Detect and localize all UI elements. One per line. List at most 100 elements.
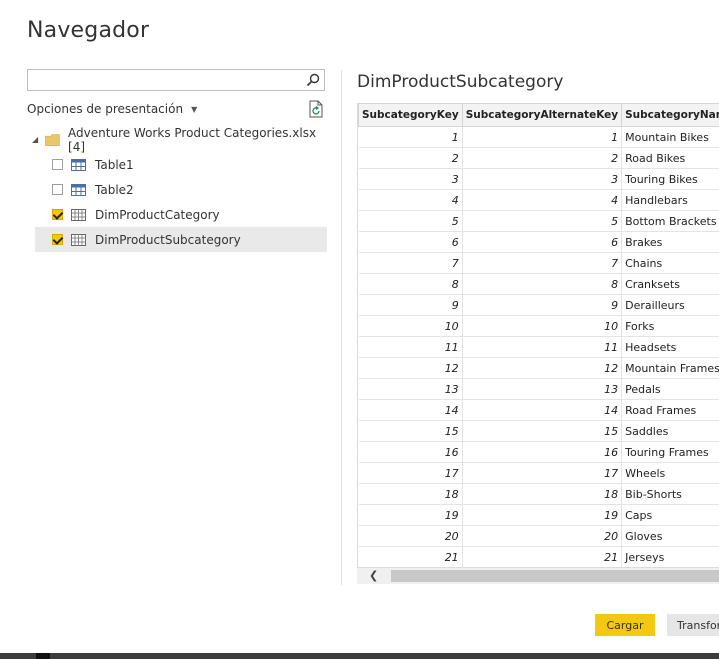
table-cell[interactable]: 6 [462, 231, 623, 253]
table-cell[interactable]: 8 [358, 273, 463, 295]
table-row[interactable]: 9 9 Derailleurs [358, 294, 719, 316]
table-cell[interactable]: Cranksets [621, 273, 719, 295]
checkbox-dimproductsubcategory[interactable] [52, 234, 63, 245]
table-cell[interactable]: Road Bikes [621, 147, 719, 169]
table-row[interactable]: 7 7 Chains [358, 252, 719, 274]
table-cell[interactable]: 15 [358, 420, 463, 442]
collapse-arrow-icon[interactable]: ◢ [32, 135, 42, 144]
table-row[interactable]: 8 8 Cranksets [358, 273, 719, 295]
table-cell[interactable]: Handlebars [621, 189, 719, 211]
table-cell[interactable]: 1 [358, 126, 463, 148]
table-row[interactable]: 19 19 Caps [358, 504, 719, 526]
scrollbar-thumb[interactable] [391, 570, 719, 582]
table-cell[interactable]: 10 [462, 315, 623, 337]
table-cell[interactable]: 17 [462, 462, 623, 484]
table-cell[interactable]: 19 [462, 504, 623, 526]
table-cell[interactable]: 20 [358, 525, 463, 547]
table-cell[interactable]: 13 [462, 378, 623, 400]
table-row[interactable]: 18 18 Bib-Shorts [358, 483, 719, 505]
table-cell[interactable]: Pedals [621, 378, 719, 400]
table-row[interactable]: 20 20 Gloves [358, 525, 719, 547]
table-cell[interactable]: 3 [358, 168, 463, 190]
table-cell[interactable]: 14 [462, 399, 623, 421]
table-cell[interactable]: 16 [358, 441, 463, 463]
table-cell[interactable]: Brakes [621, 231, 719, 253]
table-cell[interactable]: 10 [358, 315, 463, 337]
table-cell[interactable]: Gloves [621, 525, 719, 547]
table-row[interactable]: 16 16 Touring Frames [358, 441, 719, 463]
table-cell[interactable]: 21 [462, 546, 623, 567]
table-cell[interactable]: Derailleurs [621, 294, 719, 316]
table-row[interactable]: 17 17 Wheels [358, 462, 719, 484]
table-cell[interactable]: 11 [358, 336, 463, 358]
table-row[interactable]: 10 10 Forks [358, 315, 719, 337]
table-cell[interactable]: Mountain Frames [621, 357, 719, 379]
table-cell[interactable]: 2 [462, 147, 623, 169]
table-cell[interactable]: Caps [621, 504, 719, 526]
tree-root-folder[interactable]: ◢ Adventure Works Product Categories.xls… [27, 126, 327, 154]
table-cell[interactable]: Jerseys [621, 546, 719, 567]
table-cell[interactable]: 6 [358, 231, 463, 253]
table-cell[interactable]: 7 [358, 252, 463, 274]
search-icon[interactable] [306, 73, 320, 87]
table-cell[interactable]: 18 [358, 483, 463, 505]
table-cell[interactable]: 8 [462, 273, 623, 295]
table-row[interactable]: 3 3 Touring Bikes [358, 168, 719, 190]
scroll-left-icon[interactable]: ❮ [369, 569, 378, 582]
tree-item-table1[interactable]: Table1 [27, 152, 327, 177]
table-cell[interactable]: 9 [462, 294, 623, 316]
table-row[interactable]: 14 14 Road Frames [358, 399, 719, 421]
table-cell[interactable]: 16 [462, 441, 623, 463]
table-cell[interactable]: Forks [621, 315, 719, 337]
table-cell[interactable]: Saddles [621, 420, 719, 442]
table-cell[interactable]: 5 [358, 210, 463, 232]
table-row[interactable]: 15 15 Saddles [358, 420, 719, 442]
table-cell[interactable]: Touring Frames [621, 441, 719, 463]
preview-grid[interactable]: SubcategoryKey SubcategoryAlternateKey S… [357, 103, 719, 567]
table-cell[interactable]: 13 [358, 378, 463, 400]
table-row[interactable]: 1 1 Mountain Bikes [358, 126, 719, 148]
table-cell[interactable]: 21 [358, 546, 463, 567]
table-cell[interactable]: 14 [358, 399, 463, 421]
table-cell[interactable]: 3 [462, 168, 623, 190]
tree-item-dimproductsubcategory[interactable]: DimProductSubcategory [35, 227, 327, 252]
table-cell[interactable]: 7 [462, 252, 623, 274]
table-cell[interactable]: 5 [462, 210, 623, 232]
table-cell[interactable]: Chains [621, 252, 719, 274]
table-row[interactable]: 13 13 Pedals [358, 378, 719, 400]
table-cell[interactable]: 12 [358, 357, 463, 379]
table-row[interactable]: 12 12 Mountain Frames [358, 357, 719, 379]
checkbox-table2[interactable] [52, 184, 63, 195]
table-cell[interactable]: Bottom Brackets [621, 210, 719, 232]
table-cell[interactable]: Road Frames [621, 399, 719, 421]
table-cell[interactable]: 15 [462, 420, 623, 442]
table-row[interactable]: 6 6 Brakes [358, 231, 719, 253]
table-cell[interactable]: 19 [358, 504, 463, 526]
table-row[interactable]: 21 21 Jerseys [358, 546, 719, 567]
table-cell[interactable]: 4 [462, 189, 623, 211]
column-header[interactable]: SubcategoryKey [358, 103, 463, 127]
column-header[interactable]: SubcategoryName [621, 103, 719, 127]
table-cell[interactable]: Wheels [621, 462, 719, 484]
table-cell[interactable]: 12 [462, 357, 623, 379]
table-cell[interactable]: 11 [462, 336, 623, 358]
checkbox-table1[interactable] [52, 159, 63, 170]
checkbox-dimproductcategory[interactable] [52, 209, 63, 220]
table-cell[interactable]: 2 [358, 147, 463, 169]
table-row[interactable]: 4 4 Handlebars [358, 189, 719, 211]
load-button[interactable]: Cargar [595, 614, 655, 636]
table-cell[interactable]: Touring Bikes [621, 168, 719, 190]
column-header[interactable]: SubcategoryAlternateKey [461, 103, 623, 127]
search-input[interactable] [32, 71, 306, 91]
table-row[interactable]: 2 2 Road Bikes [358, 147, 719, 169]
transform-button[interactable]: Transform [667, 614, 719, 636]
horizontal-scrollbar[interactable]: ❮ [357, 567, 719, 584]
tree-item-dimproductcategory[interactable]: DimProductCategory [27, 202, 327, 227]
table-cell[interactable]: Headsets [621, 336, 719, 358]
table-row[interactable]: 11 11 Headsets [358, 336, 719, 358]
refresh-icon[interactable] [308, 100, 324, 118]
table-cell[interactable]: Mountain Bikes [621, 126, 719, 148]
table-cell[interactable]: Bib-Shorts [621, 483, 719, 505]
table-cell[interactable]: 4 [358, 189, 463, 211]
table-cell[interactable]: 18 [462, 483, 623, 505]
